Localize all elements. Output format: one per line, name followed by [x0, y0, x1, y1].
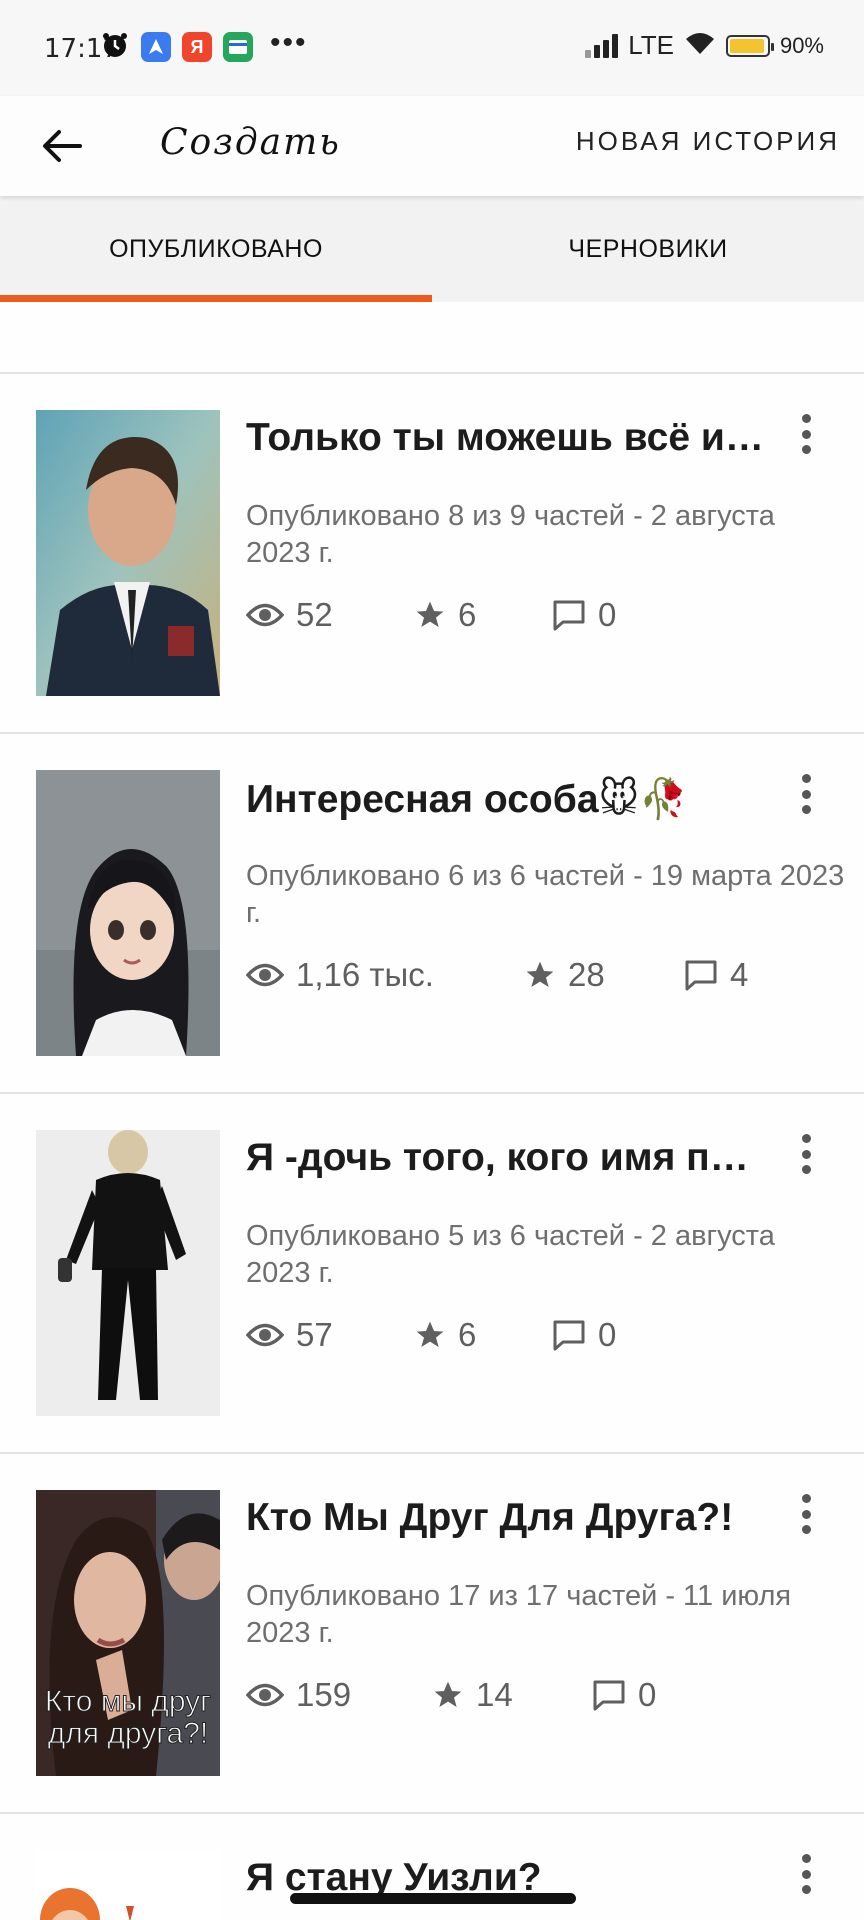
- comments-count: 0: [598, 1316, 617, 1353]
- votes-count: 14: [476, 1676, 513, 1713]
- battery-icon: [725, 34, 774, 57]
- comments-stat: 0: [552, 596, 616, 634]
- eye-icon: [246, 1323, 284, 1347]
- votes-count: 6: [458, 596, 477, 633]
- comment-icon: [593, 1680, 625, 1711]
- alarm-icon: [100, 30, 130, 60]
- story-cover: [36, 1850, 220, 1920]
- home-indicator[interactable]: [290, 1893, 576, 1904]
- comments-stat: 0: [592, 1676, 656, 1714]
- card-app-icon: [223, 32, 253, 62]
- story-card[interactable]: Кто мы друг для друга?! Кто Мы Друг Для …: [0, 1452, 864, 1812]
- eye-icon: [246, 963, 284, 987]
- tab-bar: ОПУБЛИКОВАНО ЧЕРНОВИКИ: [0, 196, 864, 302]
- story-stats: 159 14 0: [246, 1676, 846, 1726]
- views-stat: 159: [246, 1676, 351, 1714]
- votes-stat: 6: [414, 1316, 476, 1354]
- comment-icon: [685, 960, 717, 991]
- story-cover: [36, 770, 220, 1056]
- story-cover: [36, 1130, 220, 1416]
- views-count: 1,16 тыс.: [296, 956, 434, 993]
- battery-percent: 90%: [779, 32, 824, 58]
- comment-icon: [553, 1320, 585, 1351]
- more-notifications-icon: •••: [270, 26, 308, 59]
- comments-count: 4: [730, 956, 749, 993]
- story-published-info: Опубликовано 5 из 6 частей - 2 августа 2…: [246, 1220, 775, 1289]
- views-stat: 57: [246, 1316, 333, 1354]
- page-title: Создать: [160, 122, 341, 163]
- story-card[interactable]: Только ты можешь всё ис... Опубликовано …: [0, 372, 864, 732]
- signal-icon: [585, 33, 619, 58]
- comments-count: 0: [598, 596, 617, 633]
- wifi-icon: [684, 30, 716, 61]
- tab-indicator: [0, 295, 432, 302]
- story-published-info: Опубликовано 17 из 17 частей - 11 июля 2…: [246, 1580, 792, 1649]
- votes-stat: 6: [414, 596, 476, 634]
- views-count: 52: [296, 596, 333, 633]
- story-cover: Кто мы друг для друга?!: [36, 1490, 220, 1776]
- views-stat: 52: [246, 596, 333, 634]
- comment-icon: [553, 600, 585, 631]
- story-menu-button[interactable]: [788, 770, 824, 818]
- arrow-left-icon: [43, 130, 82, 162]
- network-type: LTE: [628, 30, 674, 60]
- story-title[interactable]: Интересная особа🐭🥀: [246, 776, 766, 822]
- story-card[interactable]: Я -дочь того, кого имя про... Опубликова…: [0, 1092, 864, 1452]
- comments-stat: 0: [552, 1316, 616, 1354]
- status-bar: 17:17 Я ••• LTE 90%: [0, 0, 864, 96]
- story-menu-button[interactable]: [788, 410, 824, 458]
- comments-count: 0: [638, 1676, 657, 1713]
- story-cover: [36, 410, 220, 696]
- story-menu-button[interactable]: [788, 1850, 824, 1898]
- back-button[interactable]: [30, 114, 94, 178]
- votes-stat: 14: [432, 1676, 513, 1714]
- star-icon: [526, 961, 554, 987]
- story-stats: 57 6 0: [246, 1316, 846, 1366]
- tab-published[interactable]: ОПУБЛИКОВАНО: [0, 196, 432, 302]
- story-published-info: Опубликовано 8 из 9 частей - 2 августа 2…: [246, 500, 775, 569]
- story-menu-button[interactable]: [788, 1130, 824, 1178]
- comments-stat: 4: [684, 956, 748, 994]
- star-icon: [416, 601, 444, 627]
- views-count: 57: [296, 1316, 333, 1353]
- story-stats: 52 6 0: [246, 596, 846, 646]
- star-icon: [416, 1321, 444, 1347]
- story-title[interactable]: Я -дочь того, кого имя про...: [246, 1136, 766, 1180]
- votes-count: 6: [458, 1316, 477, 1353]
- new-story-button[interactable]: НОВАЯ ИСТОРИЯ: [576, 126, 840, 157]
- votes-stat: 28: [524, 956, 605, 994]
- eye-icon: [246, 1683, 284, 1707]
- votes-count: 28: [568, 956, 605, 993]
- navigator-app-icon: [141, 32, 171, 62]
- eye-icon: [246, 603, 284, 627]
- app-bar: Создать НОВАЯ ИСТОРИЯ: [0, 96, 864, 196]
- views-stat: 1,16 тыс.: [246, 956, 434, 994]
- yandex-app-icon: Я: [182, 32, 212, 62]
- story-title[interactable]: Кто Мы Друг Для Друга?!: [246, 1496, 766, 1540]
- star-icon: [434, 1681, 462, 1707]
- story-card[interactable]: Интересная особа🐭🥀 Опубликовано 6 из 6 ч…: [0, 732, 864, 1092]
- cover-caption: Кто мы друг для друга?!: [44, 1685, 212, 1750]
- story-menu-button[interactable]: [788, 1490, 824, 1538]
- story-title[interactable]: Только ты можешь всё ис...: [246, 416, 766, 460]
- story-stats: 1,16 тыс. 28 4: [246, 956, 846, 1006]
- tab-drafts[interactable]: ЧЕРНОВИКИ: [432, 196, 864, 302]
- views-count: 159: [296, 1676, 352, 1713]
- story-published-info: Опубликовано 6 из 6 частей - 19 марта 20…: [246, 860, 845, 929]
